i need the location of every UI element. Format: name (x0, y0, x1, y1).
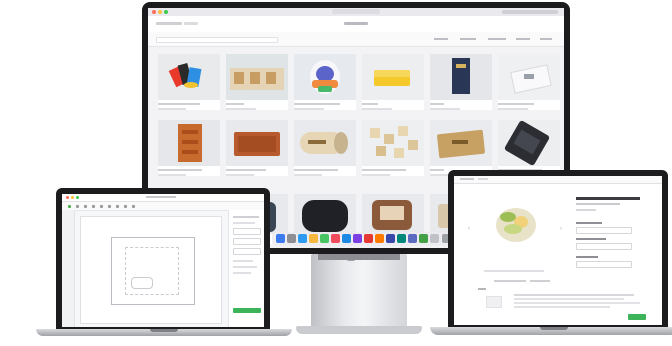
product-card[interactable] (158, 54, 220, 110)
product-image (158, 120, 220, 166)
mail-icon[interactable] (342, 234, 351, 243)
quantity-label (576, 256, 598, 258)
product-card[interactable] (158, 120, 220, 176)
nav-item-1[interactable] (434, 38, 448, 40)
image-thumbnails[interactable] (484, 270, 544, 272)
nav-item-2[interactable] (460, 38, 476, 40)
save-button[interactable] (233, 308, 261, 313)
product-card[interactable] (294, 54, 356, 110)
option-label (576, 222, 602, 224)
product-image (294, 120, 356, 166)
close-window-icon[interactable] (152, 10, 156, 14)
safari-icon[interactable] (298, 234, 307, 243)
tool-icon[interactable] (84, 205, 87, 208)
macos-dock (272, 232, 456, 246)
product-card[interactable] (294, 120, 356, 176)
menubar-status-items (502, 10, 558, 14)
launchpad-icon[interactable] (287, 234, 296, 243)
monitor-foot (296, 326, 422, 334)
product-image (362, 120, 424, 166)
product-image (294, 54, 356, 100)
product-image (226, 120, 288, 166)
quantity-field[interactable] (576, 261, 632, 268)
minimize-window-icon[interactable] (158, 10, 162, 14)
product-card[interactable] (430, 54, 492, 110)
calendar-icon[interactable] (364, 234, 373, 243)
product-image (430, 120, 492, 166)
properties-panel (228, 210, 264, 327)
property-field[interactable] (233, 228, 261, 235)
product-card[interactable] (498, 120, 560, 176)
site-topbar (454, 176, 662, 184)
tool-icon[interactable] (108, 205, 111, 208)
product-image (498, 54, 560, 100)
site-header (148, 16, 564, 33)
search-input[interactable] (156, 37, 278, 43)
product-image (362, 194, 424, 234)
header-link[interactable] (184, 22, 198, 25)
tagline-placeholder (344, 22, 368, 25)
nav-item-3[interactable] (488, 38, 506, 40)
maximize-window-icon[interactable] (164, 10, 168, 14)
product-card[interactable] (226, 120, 288, 176)
upload-thumbnail[interactable] (486, 296, 502, 308)
laptop-left-screen (62, 194, 264, 327)
photos-icon[interactable] (331, 234, 340, 243)
category-nav (148, 32, 564, 47)
option-select-2[interactable] (576, 243, 632, 250)
option-select-1[interactable] (576, 227, 632, 234)
illustrator-icon[interactable] (353, 234, 362, 243)
product-card[interactable] (362, 120, 424, 176)
photoshop-icon[interactable] (386, 234, 395, 243)
next-image-icon[interactable]: › (560, 226, 562, 232)
monitor-neck (318, 254, 400, 260)
tool-icon[interactable] (132, 205, 135, 208)
tool-icon[interactable] (116, 205, 119, 208)
tool-icon[interactable] (100, 205, 103, 208)
product-card[interactable] (226, 54, 288, 110)
monitor-stand (311, 254, 407, 330)
product-image (294, 194, 356, 234)
notes-icon[interactable] (309, 234, 318, 243)
settings-icon[interactable] (430, 234, 439, 243)
product-image (498, 120, 560, 166)
laptop-right-notch (540, 327, 568, 330)
finder-icon[interactable] (276, 234, 285, 243)
laptop-left-notch (150, 329, 178, 332)
dieline-shape[interactable] (131, 277, 153, 289)
tool-icon[interactable] (68, 205, 71, 208)
laptop-right-screen: ‹ › (454, 176, 662, 325)
product-card[interactable] (430, 120, 492, 176)
logo-placeholder (156, 22, 182, 25)
product-image (362, 54, 424, 100)
design-canvas[interactable] (80, 216, 222, 324)
tool-icon[interactable] (92, 205, 95, 208)
nav-item-5[interactable] (540, 38, 552, 40)
product-card[interactable] (498, 54, 560, 110)
editor-topbar (62, 194, 264, 202)
app-icon[interactable] (419, 234, 428, 243)
app-icon[interactable] (397, 234, 406, 243)
tool-icon[interactable] (76, 205, 79, 208)
left-toolbar (62, 210, 75, 327)
product-image (158, 54, 220, 100)
add-to-cart-button[interactable] (628, 314, 646, 320)
product-image (430, 54, 492, 100)
price (576, 209, 596, 211)
property-field[interactable] (233, 248, 261, 255)
option-label (576, 238, 606, 240)
address-bar[interactable] (332, 9, 380, 14)
nav-item-4[interactable] (516, 38, 530, 40)
product-image (226, 54, 288, 100)
app-icon[interactable] (408, 234, 417, 243)
ai-icon[interactable] (375, 234, 384, 243)
product-card[interactable] (362, 54, 424, 110)
tool-icon[interactable] (124, 205, 127, 208)
property-field[interactable] (233, 238, 261, 245)
prev-image-icon[interactable]: ‹ (468, 226, 470, 232)
section-label (478, 288, 486, 290)
product-photo[interactable] (478, 194, 558, 264)
messages-icon[interactable] (320, 234, 329, 243)
